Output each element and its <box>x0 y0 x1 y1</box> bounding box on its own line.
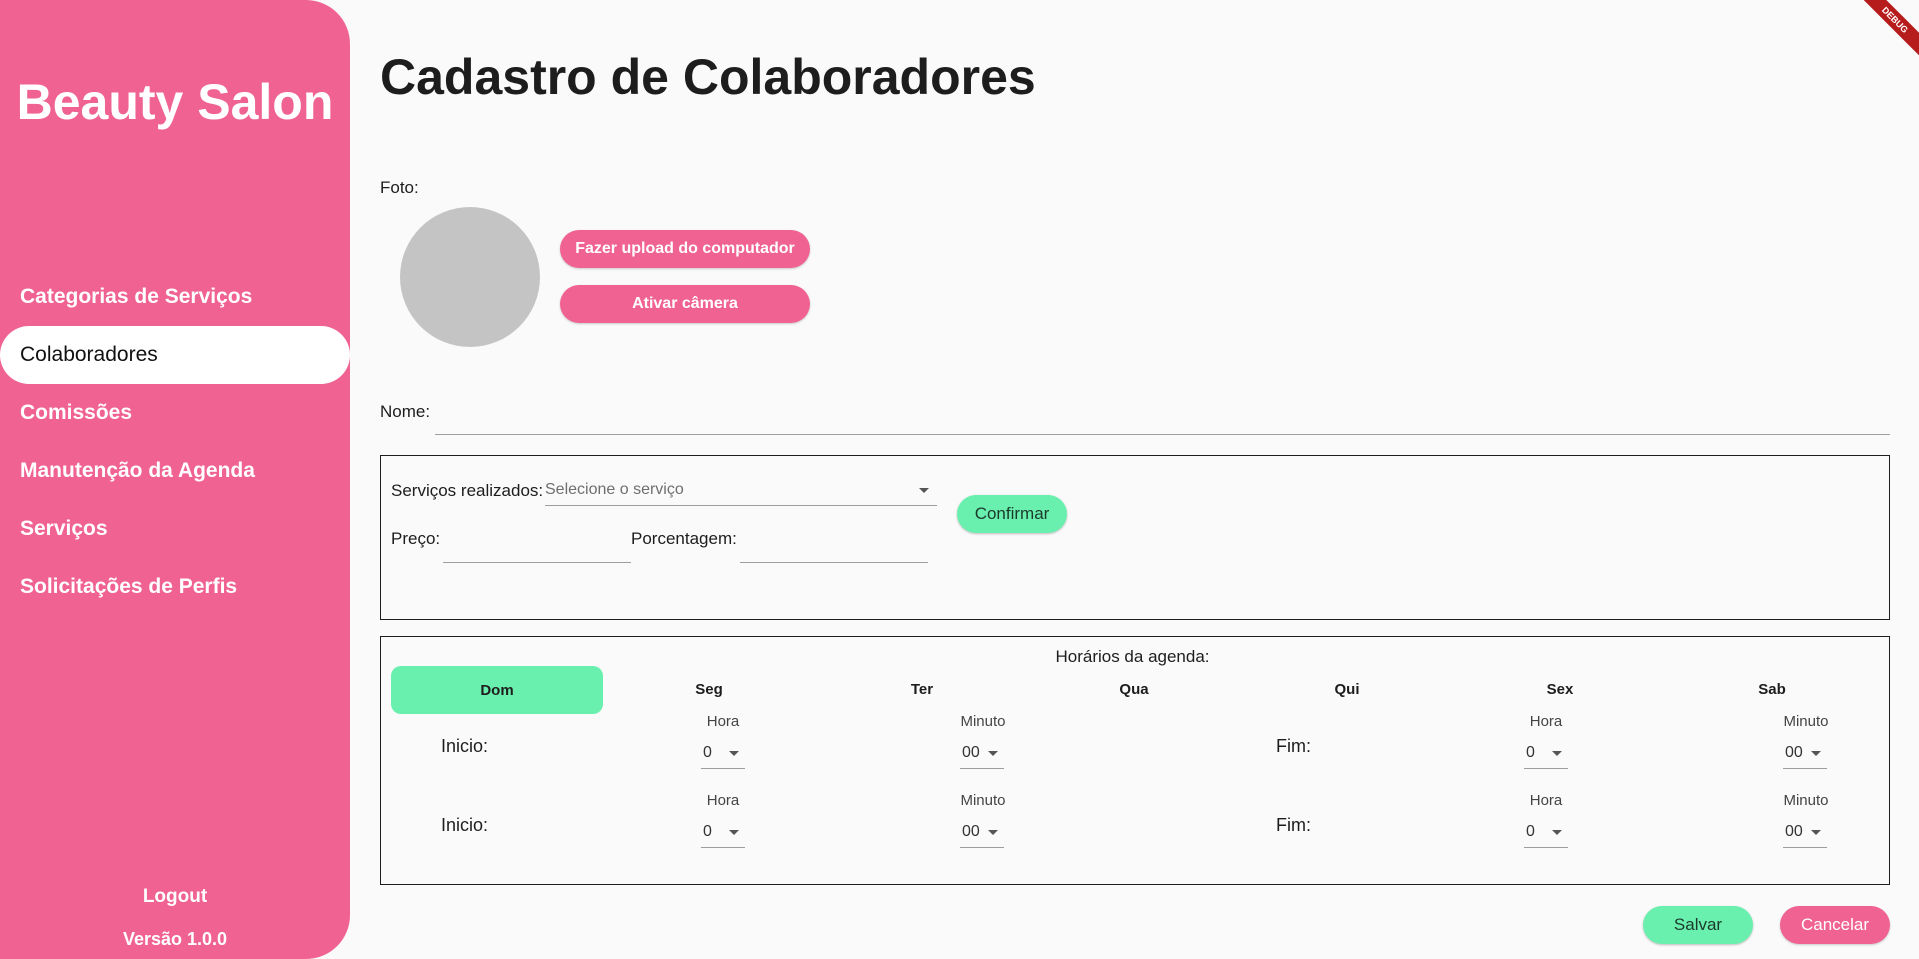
day-tab-dom[interactable]: Dom <box>391 666 603 714</box>
end-minute-select[interactable]: 00 <box>1783 740 1827 769</box>
start-hour-label: Hora <box>706 713 740 730</box>
sidebar-item-colaboradores[interactable]: Colaboradores <box>0 326 350 384</box>
start-label: Inicio: <box>441 736 489 756</box>
end-minute-value: 00 <box>1785 744 1803 761</box>
chevron-down-icon <box>1552 830 1562 835</box>
page-title: Cadastro de Colaboradores <box>380 49 1036 105</box>
day-tab-seg[interactable]: Seg <box>669 681 749 698</box>
start-minute-select[interactable]: 00 <box>960 740 1004 769</box>
start-hour-select[interactable]: 0 <box>701 819 745 848</box>
start-minute-value: 00 <box>962 744 980 761</box>
start-label: Inicio: <box>441 815 489 835</box>
end-minute-select[interactable]: 00 <box>1783 819 1827 848</box>
sidebar-item-comissoes[interactable]: Comissões <box>0 384 350 442</box>
chevron-down-icon <box>919 488 929 493</box>
name-label: Nome: <box>380 402 431 421</box>
brand-logo-text: Beauty Salon <box>16 74 334 130</box>
chevron-down-icon <box>988 830 998 835</box>
confirm-button[interactable]: Confirmar <box>957 495 1067 533</box>
sidebar: Beauty Salon Categorias de Serviços Cola… <box>0 0 350 959</box>
camera-button[interactable]: Ativar câmera <box>560 285 810 323</box>
day-tab-sab[interactable]: Sab <box>1732 681 1812 698</box>
schedule-panel <box>380 636 1890 885</box>
debug-banner: DEBUG <box>1853 0 1919 62</box>
day-tab-qui[interactable]: Qui <box>1307 681 1387 698</box>
chevron-down-icon <box>988 751 998 756</box>
day-tab-ter[interactable]: Ter <box>882 681 962 698</box>
percent-label: Porcentagem: <box>631 529 737 548</box>
logout-button[interactable]: Logout <box>0 886 350 908</box>
sidebar-item-servicos[interactable]: Serviços <box>0 500 350 558</box>
start-minute-select[interactable]: 00 <box>960 819 1004 848</box>
sidebar-item-solicitacoes[interactable]: Solicitações de Perfis <box>0 558 350 616</box>
name-input[interactable] <box>435 412 1890 435</box>
end-minute-label: Minuto <box>1783 792 1829 809</box>
save-button[interactable]: Salvar <box>1643 906 1753 944</box>
end-hour-value: 0 <box>1526 823 1535 840</box>
end-minute-value: 00 <box>1785 823 1803 840</box>
version-label: Versão 1.0.0 <box>122 929 228 949</box>
schedule-title: Horários da agenda: <box>1055 647 1210 666</box>
day-tab-sex[interactable]: Sex <box>1520 681 1600 698</box>
end-hour-select[interactable]: 0 <box>1524 740 1568 769</box>
photo-label: Foto: <box>380 178 419 197</box>
service-select-placeholder: Selecione o serviço <box>545 481 684 498</box>
chevron-down-icon <box>1552 751 1562 756</box>
chevron-down-icon <box>729 751 739 756</box>
end-label: Fim: <box>1276 815 1311 835</box>
chevron-down-icon <box>1811 751 1821 756</box>
start-hour-select[interactable]: 0 <box>701 740 745 769</box>
cancel-button[interactable]: Cancelar <box>1780 906 1890 944</box>
start-hour-value: 0 <box>703 744 712 761</box>
price-input[interactable] <box>443 532 631 563</box>
chevron-down-icon <box>1811 830 1821 835</box>
end-hour-label: Hora <box>1529 792 1563 809</box>
chevron-down-icon <box>729 830 739 835</box>
percent-input[interactable] <box>740 532 928 563</box>
start-minute-label: Minuto <box>960 713 1006 730</box>
end-hour-value: 0 <box>1526 744 1535 761</box>
services-label: Serviços realizados: <box>391 481 544 500</box>
end-hour-label: Hora <box>1529 713 1563 730</box>
start-hour-value: 0 <box>703 823 712 840</box>
start-minute-value: 00 <box>962 823 980 840</box>
start-hour-label: Hora <box>706 792 740 809</box>
end-label: Fim: <box>1276 736 1311 756</box>
sidebar-item-categorias[interactable]: Categorias de Serviços <box>0 268 350 326</box>
price-label: Preço: <box>391 529 441 548</box>
start-minute-label: Minuto <box>960 792 1006 809</box>
sidebar-item-agenda[interactable]: Manutenção da Agenda <box>0 442 350 500</box>
upload-button[interactable]: Fazer upload do computador <box>560 230 810 268</box>
day-tab-qua[interactable]: Qua <box>1094 681 1174 698</box>
avatar-placeholder <box>400 207 540 347</box>
end-minute-label: Minuto <box>1783 713 1829 730</box>
service-select[interactable]: Selecione o serviço <box>545 476 937 506</box>
end-hour-select[interactable]: 0 <box>1524 819 1568 848</box>
